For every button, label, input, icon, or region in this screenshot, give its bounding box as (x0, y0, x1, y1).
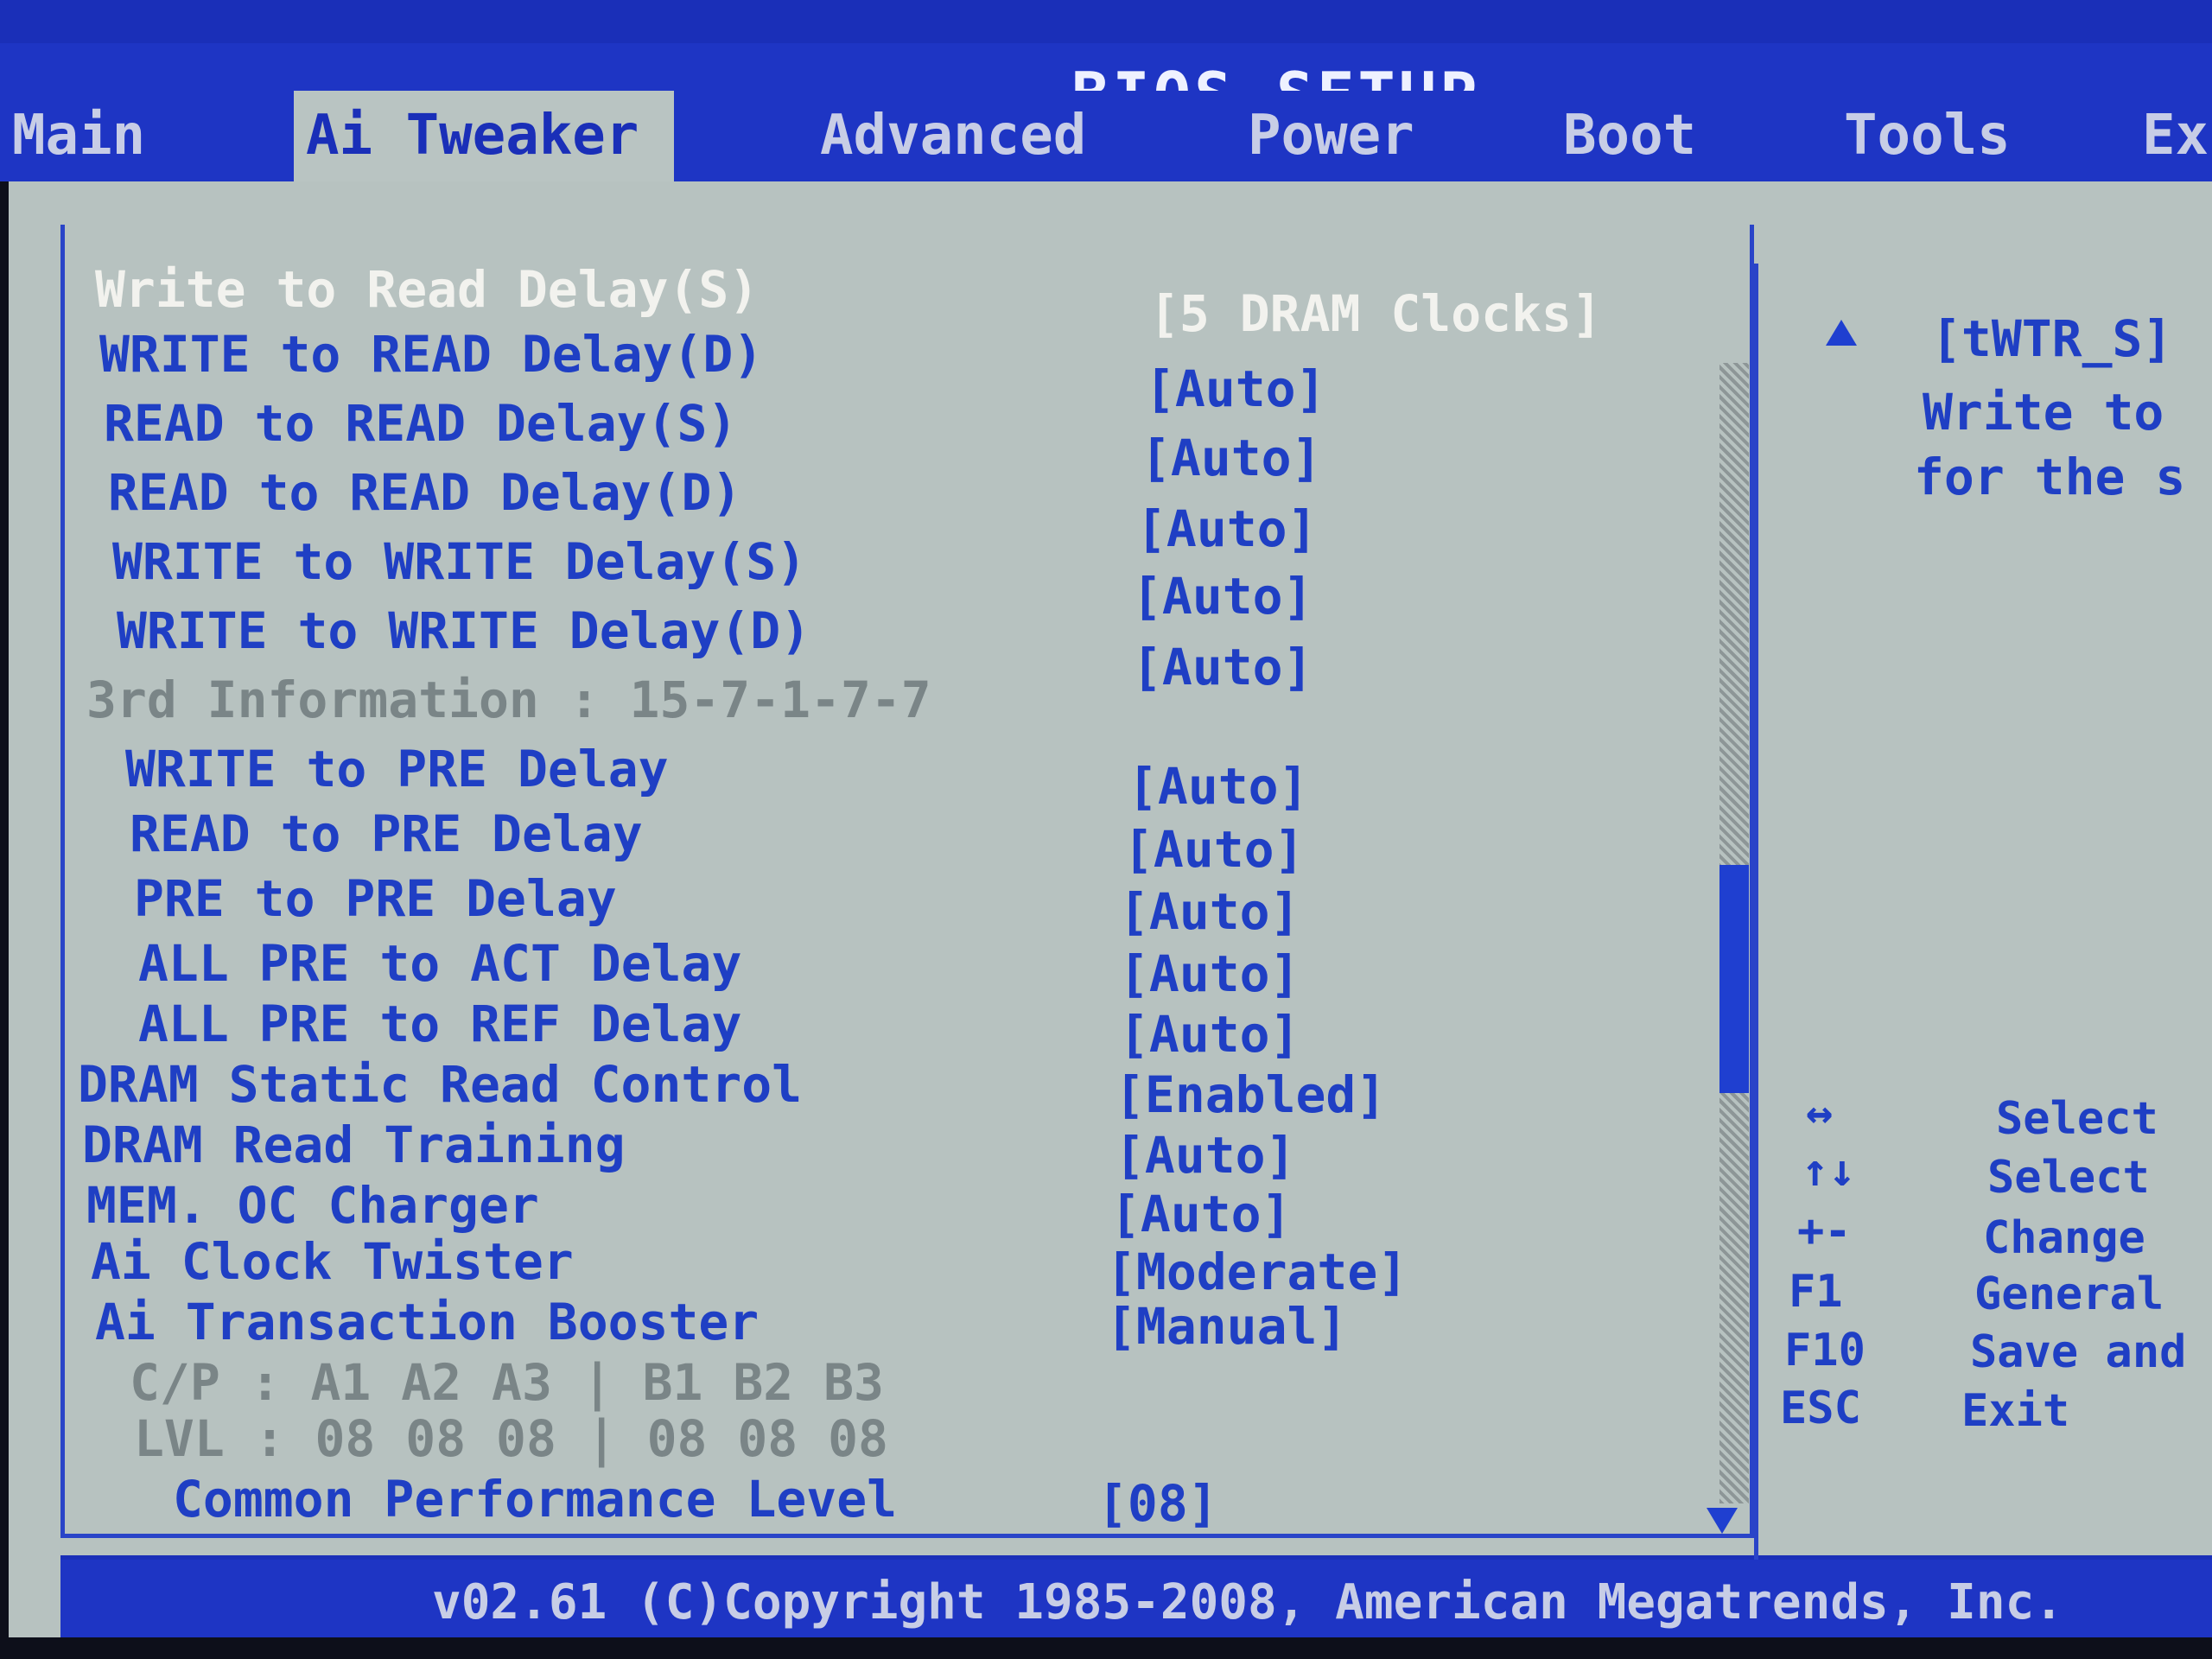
key-f10: F10 (1784, 1325, 1866, 1376)
key-action: Exit (1961, 1385, 2070, 1437)
tab-advanced[interactable]: Advanced (808, 91, 1098, 181)
setting-value[interactable]: [Auto] (1128, 756, 1309, 817)
scroll-thumb[interactable] (1719, 865, 1749, 1093)
setting-label: ALL PRE to ACT Delay (138, 934, 742, 993)
setting-value[interactable]: [Auto] (1141, 428, 1322, 488)
setting-label: WRITE to WRITE Delay(D) (117, 601, 811, 660)
setting-label: Write to Read Delay(S) (95, 260, 760, 319)
setting-value[interactable]: [08] (1097, 1473, 1218, 1534)
setting-value[interactable]: [Auto] (1119, 1004, 1300, 1065)
scroll-down-icon[interactable] (1707, 1508, 1738, 1534)
setting-value[interactable]: [Enabled] (1115, 1065, 1386, 1125)
setting-label: READ to READ Delay(S) (104, 394, 738, 453)
key-action: Change (1983, 1212, 2145, 1264)
help-title: [tWTR_S] (1931, 309, 2173, 368)
key-action: General (1974, 1268, 2164, 1320)
arrows-lr-icon: ↔ (1806, 1087, 1834, 1139)
help-text: for the s (1914, 448, 2186, 506)
setting-value[interactable]: [Auto] (1136, 499, 1318, 559)
setting-value[interactable]: [Auto] (1115, 1125, 1296, 1185)
key-f1: F1 (1789, 1266, 1843, 1318)
tab-tools[interactable]: Tools (1832, 91, 2023, 181)
setting-label: PRE to PRE Delay (134, 869, 617, 928)
setting-label: READ to READ Delay(D) (108, 463, 742, 522)
menu-bar: Main Ai Tweaker Advanced Power Boot Tool… (0, 91, 2212, 181)
key-action: Save and (1970, 1326, 2187, 1378)
setting-label: WRITE to WRITE Delay(S) (112, 532, 807, 591)
setting-label: WRITE to READ Delay(D) (99, 325, 764, 384)
setting-value[interactable]: [Auto] (1132, 566, 1313, 626)
scroll-up-icon[interactable] (1826, 320, 1857, 346)
arrows-ud-icon: ↑↓ (1802, 1145, 1856, 1197)
help-text: Write to (1923, 383, 2164, 442)
setting-value[interactable]: [Manual] (1106, 1296, 1347, 1357)
setting-value[interactable]: [Auto] (1145, 359, 1326, 419)
setting-value[interactable]: [Auto] (1123, 819, 1305, 880)
setting-label: Ai Transaction Booster (95, 1293, 760, 1351)
tab-ai-tweaker[interactable]: Ai Tweaker (294, 91, 674, 181)
setting-label: READ to PRE Delay (130, 804, 643, 863)
setting-label: WRITE to PRE Delay (125, 740, 669, 798)
bios-screen: BIOS SETUP UTILITY Main Ai Tweaker Advan… (0, 0, 2212, 1659)
setting-label: ALL PRE to REF Delay (138, 995, 742, 1053)
plus-minus-icon: +- (1797, 1205, 1852, 1257)
copyright-text: v02.61 (C)Copyright 1985-2008, American … (432, 1574, 2064, 1630)
setting-label: DRAM Read Training (82, 1116, 626, 1174)
setting-label: Common Performance Level (173, 1470, 898, 1529)
info-label: LVL : 08 08 08 | 08 08 08 (134, 1409, 888, 1468)
info-label: C/P : A1 A2 A3 | B1 B2 B3 (130, 1353, 884, 1412)
key-action: Select (1987, 1152, 2150, 1204)
key-action: Select (1996, 1093, 2158, 1145)
tab-main[interactable]: Main (0, 91, 157, 181)
setting-value[interactable]: [Auto] (1132, 637, 1313, 697)
key-esc: ESC (1780, 1382, 1861, 1434)
tab-boot[interactable]: Boot (1551, 91, 1708, 181)
setting-label: MEM. OC Charger (86, 1176, 539, 1235)
setting-label: Ai Clock Twister (91, 1232, 574, 1291)
setting-label: DRAM Static Read Control (78, 1055, 803, 1114)
info-label: 3rd Information : 15-7-1-7-7 (86, 671, 931, 729)
screen-bezel-bottom (0, 1637, 2212, 1659)
setting-value[interactable]: [Moderate] (1106, 1242, 1408, 1302)
setting-value[interactable]: [Auto] (1119, 944, 1300, 1004)
setting-value[interactable]: [Auto] (1119, 881, 1300, 942)
setting-value[interactable]: [5 DRAM Clocks] (1149, 283, 1602, 344)
tab-exit[interactable]: Ex (2130, 91, 2212, 181)
scrollbar[interactable] (1719, 363, 1749, 1503)
screen-bezel (0, 181, 60, 1659)
tab-power[interactable]: Power (1236, 91, 1427, 181)
setting-value[interactable]: [Auto] (1110, 1184, 1292, 1244)
